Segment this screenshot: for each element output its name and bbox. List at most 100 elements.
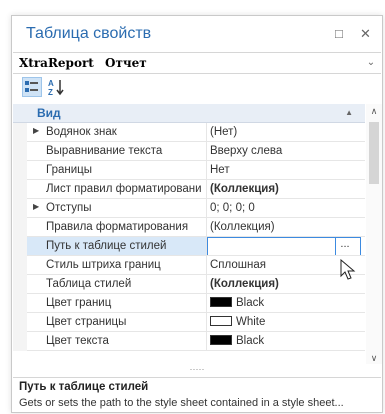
color-swatch [210,297,232,307]
property-row[interactable]: Цвет страницы White [13,313,365,332]
property-row[interactable]: Стиль штриха границ Сплошная [13,256,365,275]
property-row[interactable]: Таблица стилей (Коллекция) [13,275,365,294]
close-icon[interactable]: ✕ [360,26,371,42]
row-gutter [13,218,27,237]
property-value-text: (Коллекция) [210,183,279,195]
property-name: Цвет границ [46,297,112,309]
column-separator[interactable] [206,180,207,199]
property-value[interactable]: (Коллекция) [210,183,360,195]
property-value[interactable]: Black [210,335,360,347]
color-swatch [210,335,232,345]
scroll-up-icon[interactable]: ∧ [366,106,382,117]
property-value-text: Сплошная [210,259,266,271]
property-value[interactable]: (Нет) [210,126,360,138]
color-swatch [210,316,232,326]
row-divider [27,350,365,351]
property-value-text: (Коллекция) [210,278,279,290]
sort-alphabetical-icon: A Z [48,79,64,97]
ellipsis-button[interactable]: ... [335,238,354,255]
row-gutter [13,199,27,218]
object-selector[interactable]: XtraReport Отчет ⌄ [13,52,381,74]
svg-text:Z: Z [48,88,53,97]
collapse-arrow-icon[interactable]: ▲ [345,108,353,117]
property-value-text: Black [236,297,265,309]
column-separator[interactable] [206,275,207,294]
property-name: Выравнивание текста [46,145,163,157]
column-separator[interactable] [206,218,207,237]
column-separator[interactable] [206,237,207,256]
property-row[interactable]: Лист правил форматировани (Коллекция) [13,180,365,199]
description-splitter[interactable]: ····· [13,365,381,377]
object-type: Отчет [105,56,147,70]
row-gutter [13,237,27,256]
row-gutter [13,180,27,199]
column-separator[interactable] [206,332,207,351]
window-title: Таблица свойств [26,25,152,42]
row-gutter [13,332,27,351]
categorized-button[interactable] [22,77,42,97]
column-separator[interactable] [206,313,207,332]
property-row[interactable]: ▶ Водянок знак (Нет) [13,123,365,142]
column-separator[interactable] [206,142,207,161]
property-value[interactable]: Black [210,297,360,309]
property-value-text: Нет [210,164,230,176]
property-value[interactable]: White [210,316,360,328]
alphabetical-button[interactable]: A Z [47,77,67,97]
property-name: Цвет страницы [46,316,127,328]
property-name: Таблица стилей [46,278,132,290]
column-separator[interactable] [206,199,207,218]
property-name: Лист правил форматировани [46,183,202,195]
object-name: XtraReport [19,56,94,70]
property-value-editor[interactable]: ... [207,237,361,256]
property-row[interactable]: ... Путь к таблице стилей [13,237,365,256]
category-label: Вид [37,106,61,120]
property-row[interactable]: Правила форматирования (Коллекция) [13,218,365,237]
description-panel: Путь к таблице стилей Gets or sets the p… [13,377,381,414]
row-gutter [13,313,27,332]
property-name: Отступы [46,202,92,214]
scrollbar-thumb[interactable] [369,122,379,184]
property-grid: Вид ▲ ▶ Водянок знак (Нет) Выравнивание тек… [13,104,365,364]
property-name: Границы [46,164,92,176]
description-text: Gets or sets the path to the style sheet… [19,397,344,409]
column-separator[interactable] [206,256,207,275]
row-gutter [13,256,27,275]
property-value[interactable]: 0; 0; 0; 0 [210,202,360,214]
property-row[interactable]: Цвет границ Black [13,294,365,313]
pin-icon[interactable]: □ [335,26,343,41]
row-gutter [13,123,27,142]
property-grid-window: Таблица свойств □ ✕ XtraReport Отчет ⌄ A… [11,15,383,413]
property-value[interactable]: (Коллекция) [210,221,360,233]
property-value-text: White [236,316,266,328]
title-bar: Таблица свойств □ ✕ [12,16,382,52]
chevron-down-icon[interactable]: ⌄ [364,53,378,73]
scroll-down-icon[interactable]: ∨ [366,353,382,364]
property-value-text: Вверху слева [210,145,283,157]
property-name: Цвет текста [46,335,109,347]
expand-arrow-icon[interactable]: ▶ [33,126,39,135]
column-separator[interactable] [206,161,207,180]
property-value-text: 0; 0; 0; 0 [210,202,255,214]
property-row[interactable]: ▶ Отступы 0; 0; 0; 0 [13,199,365,218]
property-value[interactable]: (Коллекция) [210,278,360,290]
property-value[interactable]: Сплошная [210,259,360,271]
property-name: Стиль штриха границ [46,259,161,271]
expand-arrow-icon[interactable]: ▶ [33,202,39,211]
category-header[interactable]: Вид ▲ [13,104,365,123]
property-name: Путь к таблице стилей [46,240,167,252]
property-name: Правила форматирования [46,221,189,233]
description-title: Путь к таблице стилей [19,381,149,393]
property-toolbar: A Z [13,73,381,101]
mouse-cursor-icon [340,259,356,280]
categorized-icon [25,81,38,92]
property-row[interactable]: Цвет текста Black [13,332,365,351]
property-row[interactable]: Выравнивание текста Вверху слева [13,142,365,161]
property-value[interactable]: Нет [210,164,360,176]
property-value[interactable]: Вверху слева [210,145,360,157]
property-row[interactable]: Границы Нет [13,161,365,180]
property-name: Водянок знак [46,126,117,138]
property-value-text: (Нет) [210,126,238,138]
column-separator[interactable] [206,123,207,142]
column-separator[interactable] [206,294,207,313]
vertical-scrollbar[interactable]: ∧ ∨ [366,104,382,364]
